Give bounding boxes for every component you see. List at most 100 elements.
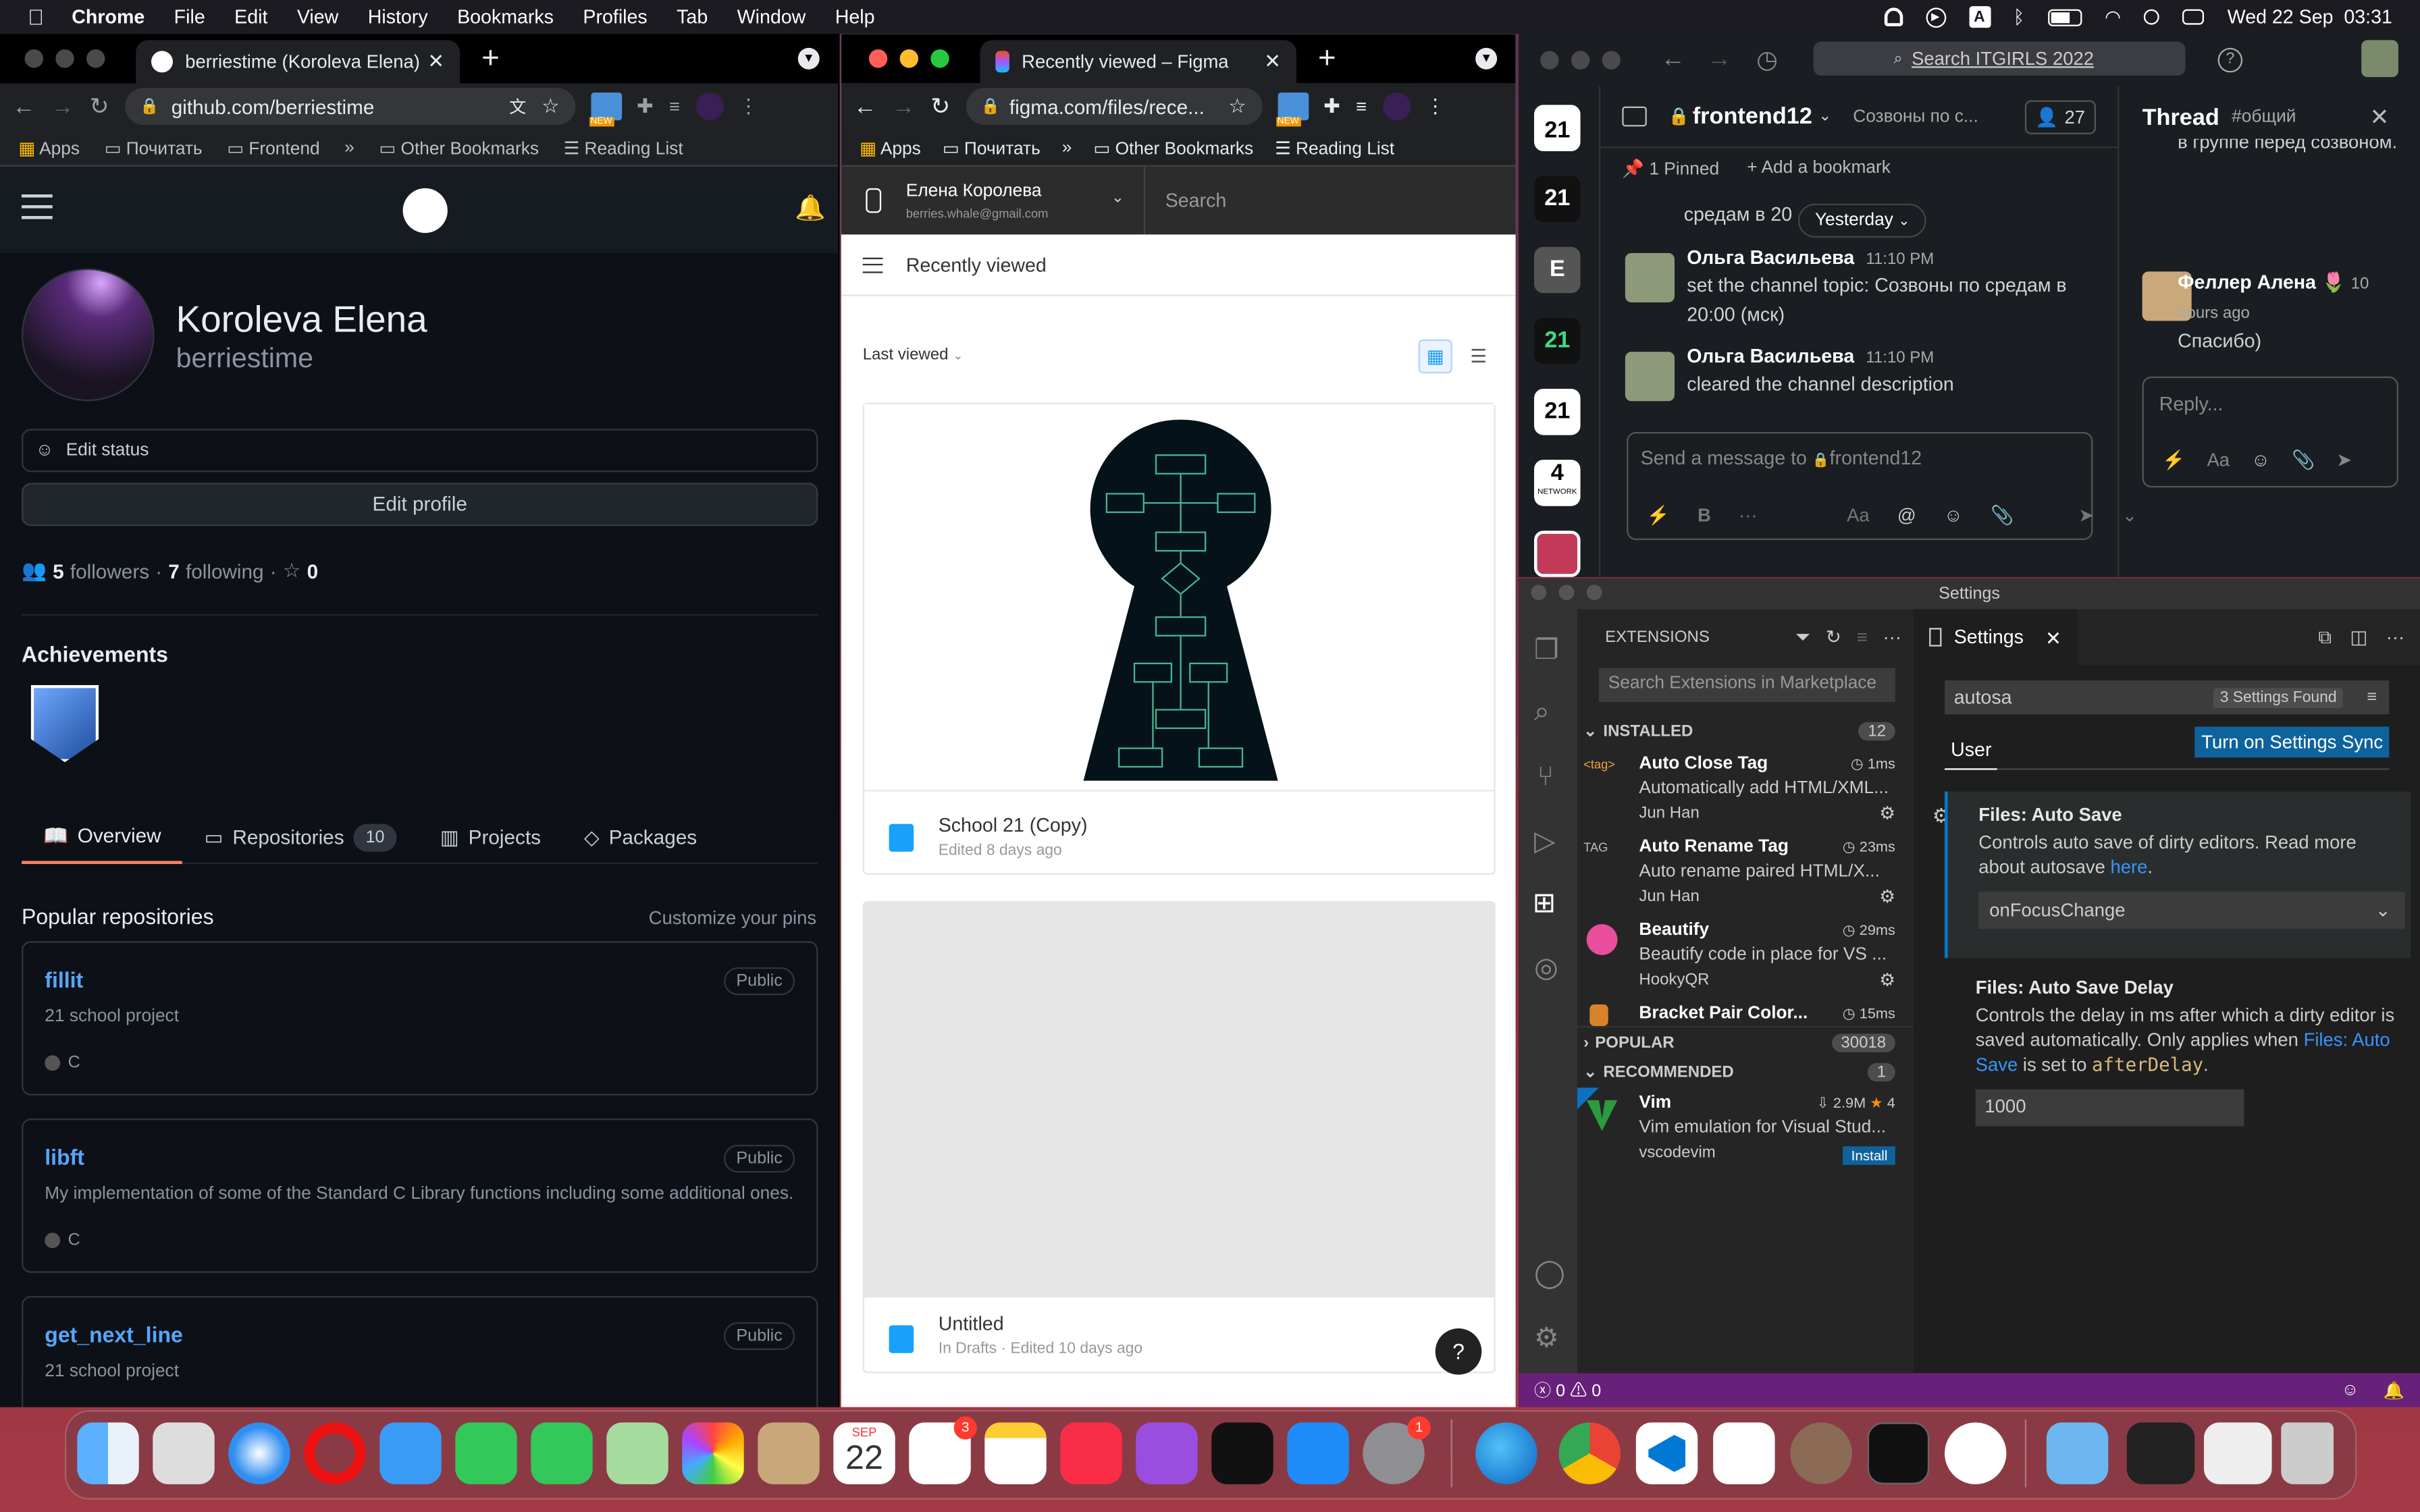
message-time[interactable]: 11:10 PM	[1866, 349, 1934, 367]
slack-icon[interactable]	[1713, 1422, 1775, 1484]
search-icon[interactable]	[2144, 9, 2160, 25]
bookmark-other[interactable]: ▭ Other Bookmarks	[379, 136, 539, 158]
tab-search-icon[interactable]: ▼	[797, 47, 820, 70]
app-store-icon[interactable]	[1287, 1422, 1349, 1484]
extension-item[interactable]: Beautify ◷ 29ms Beautify code in place f…	[1577, 915, 1914, 998]
open-json-icon[interactable]: ⧉	[2318, 626, 2332, 649]
pinned-button[interactable]: 📌 1 Pinned	[1622, 157, 1719, 179]
send-icon[interactable]: ➤	[2078, 504, 2094, 526]
bookmarks-overflow-icon[interactable]: »	[1062, 138, 1072, 157]
zoom-window-icon[interactable]	[930, 49, 949, 68]
bookmark-apps[interactable]: ▦ Apps	[18, 136, 80, 158]
emoji-icon[interactable]: ☺	[2251, 449, 2270, 470]
attach-icon[interactable]: 📎	[2292, 449, 2315, 470]
play-icon[interactable]: ▶	[1925, 7, 1946, 27]
filter-icon[interactable]: ⏷	[1795, 626, 1810, 649]
workspace-search[interactable]: ⌕ Search ITGIRLS 2022	[1813, 41, 2186, 76]
sidebar-menu-icon[interactable]	[862, 256, 883, 273]
followers-label[interactable]: followers	[70, 560, 149, 583]
bookmark-reading-list[interactable]: ☰ Reading List	[1275, 136, 1394, 158]
tab-settings[interactable]: Settings ✕	[1914, 609, 2077, 666]
sort-dropdown[interactable]: Last viewed ⌄	[863, 346, 964, 364]
members-button[interactable]: 👤 27	[2024, 100, 2096, 134]
edit-profile-button[interactable]: Edit profile	[21, 483, 818, 526]
menu-history[interactable]: History	[368, 6, 428, 28]
workspace-21-a[interactable]: 21	[1533, 176, 1581, 223]
file-card[interactable]: School 21 (Copy) Edited 8 days ago	[862, 402, 1496, 875]
notifications-bell-icon[interactable]: 🔔	[795, 193, 826, 224]
customize-pins-link[interactable]: Customize your pins	[649, 907, 817, 929]
extension-item[interactable]: Bracket Pair Color... ◷ 15ms	[1577, 998, 1914, 1026]
tab-close-icon[interactable]: ✕	[1264, 49, 1281, 74]
menu-help[interactable]: Help	[835, 6, 875, 28]
address-bar[interactable]: 🔒 github.com/berriestime 文 ☆	[124, 88, 575, 126]
extension-gear-icon[interactable]: ⚙	[1879, 886, 1895, 907]
send-icon[interactable]: ➤	[2336, 449, 2352, 470]
downloads-folder-icon[interactable]	[2046, 1422, 2109, 1484]
message-author[interactable]: Ольга Васильева	[1687, 346, 1854, 367]
run-debug-icon[interactable]: ▷	[1534, 826, 1556, 858]
zoom-window-icon[interactable]	[86, 49, 105, 68]
popular-section[interactable]: › POPULAR 30018	[1577, 1025, 1914, 1057]
thread-channel[interactable]: #общий	[2232, 108, 2296, 126]
followers-count[interactable]: 5	[53, 560, 64, 583]
menu-tab[interactable]: Tab	[677, 6, 708, 28]
back-icon[interactable]: ←	[1660, 47, 1685, 74]
extensions-icon[interactable]: ✚	[1323, 94, 1340, 119]
launchpad-icon[interactable]	[153, 1422, 215, 1484]
extension-item[interactable]: TAG Auto Rename Tag ◷ 23ms Auto rename p…	[1577, 832, 1914, 915]
bookmark-frontend[interactable]: ▭ Frontend	[227, 136, 319, 158]
reply-time[interactable]: 10	[2351, 275, 2369, 293]
tab-figma[interactable]: Recently viewed – Figma ✕	[980, 40, 1296, 84]
trash-icon[interactable]	[2281, 1422, 2334, 1484]
bluetooth-icon[interactable]: ᛒ	[2014, 6, 2024, 28]
help-icon[interactable]: ?	[2217, 47, 2243, 73]
recommended-section[interactable]: ⌄ RECOMMENDED 1	[1577, 1057, 1914, 1088]
notes-icon[interactable]	[984, 1422, 1047, 1484]
sidebar-toggle-icon[interactable]	[1622, 106, 1647, 127]
podcasts-icon[interactable]	[1136, 1422, 1198, 1484]
chrome-icon[interactable]	[1558, 1422, 1621, 1484]
reload-icon[interactable]: ↻	[90, 92, 109, 120]
opera-icon[interactable]	[304, 1422, 366, 1484]
contacts-icon[interactable]	[758, 1422, 820, 1484]
back-icon[interactable]: ←	[853, 93, 876, 119]
recent-window-thumbnail[interactable]	[2126, 1422, 2195, 1484]
search-icon[interactable]: ⌕	[1534, 696, 1550, 728]
figma-logo-icon[interactable]	[866, 188, 882, 213]
forward-icon[interactable]: →	[51, 93, 74, 119]
message-composer[interactable]: Send a message to 🔒frontend12 ⚡ B ··· Aa @ ☺ 📎…	[1627, 431, 2137, 540]
extension-gear-icon[interactable]: ⚙	[1879, 969, 1895, 990]
maps-icon[interactable]	[606, 1422, 668, 1484]
extension-item[interactable]: <tag> Auto Close Tag ◷ 1ms Automatically…	[1577, 749, 1914, 832]
text-format-icon[interactable]: Aa	[1847, 504, 1870, 526]
workspace-network[interactable]: 4 NETWORK	[1533, 460, 1581, 506]
refresh-icon[interactable]: ↻	[1826, 626, 1841, 648]
mail-icon[interactable]	[379, 1422, 442, 1484]
vpn-icon[interactable]	[1883, 7, 1903, 26]
user-name[interactable]: Елена Королева	[906, 182, 1042, 200]
history-icon[interactable]: ◷	[1756, 45, 1778, 76]
menu-profiles[interactable]: Profiles	[583, 6, 647, 28]
settings-sync-button[interactable]: Turn on Settings Sync	[2195, 726, 2390, 758]
workspace-e[interactable]: E	[1533, 246, 1581, 294]
here-link[interactable]: here	[2110, 857, 2147, 878]
scope-user-tab[interactable]: User	[1944, 729, 1998, 770]
forward-icon[interactable]: →	[892, 93, 915, 119]
calendar-icon[interactable]: SEP 22	[833, 1422, 895, 1484]
repo-name[interactable]: libft	[45, 1145, 84, 1170]
auto-save-select[interactable]: onFocusChange ⌄	[1978, 892, 2405, 929]
extension-item[interactable]: Vim ⇩ 2.9M ★ 4 Vim emulation for Visual …	[1577, 1087, 1914, 1170]
tab-close-icon[interactable]: ✕	[427, 49, 444, 74]
recent-document-thumbnail[interactable]	[2203, 1422, 2272, 1484]
hamburger-menu-icon[interactable]	[21, 194, 53, 219]
reload-icon[interactable]: ↻	[930, 92, 950, 120]
menu-view[interactable]: View	[297, 6, 338, 28]
menu-file[interactable]: File	[174, 6, 205, 28]
bookmark-reading-list[interactable]: ☰ Reading List	[564, 136, 683, 158]
profile-avatar-icon[interactable]	[695, 92, 723, 121]
account-chevron-down-icon[interactable]: ⌄	[1111, 190, 1124, 207]
extension-new-icon[interactable]: NEW	[589, 92, 622, 127]
more-actions-icon[interactable]: ···	[1883, 626, 1901, 648]
notifications-bell-icon[interactable]: 🔔	[2384, 1380, 2404, 1400]
